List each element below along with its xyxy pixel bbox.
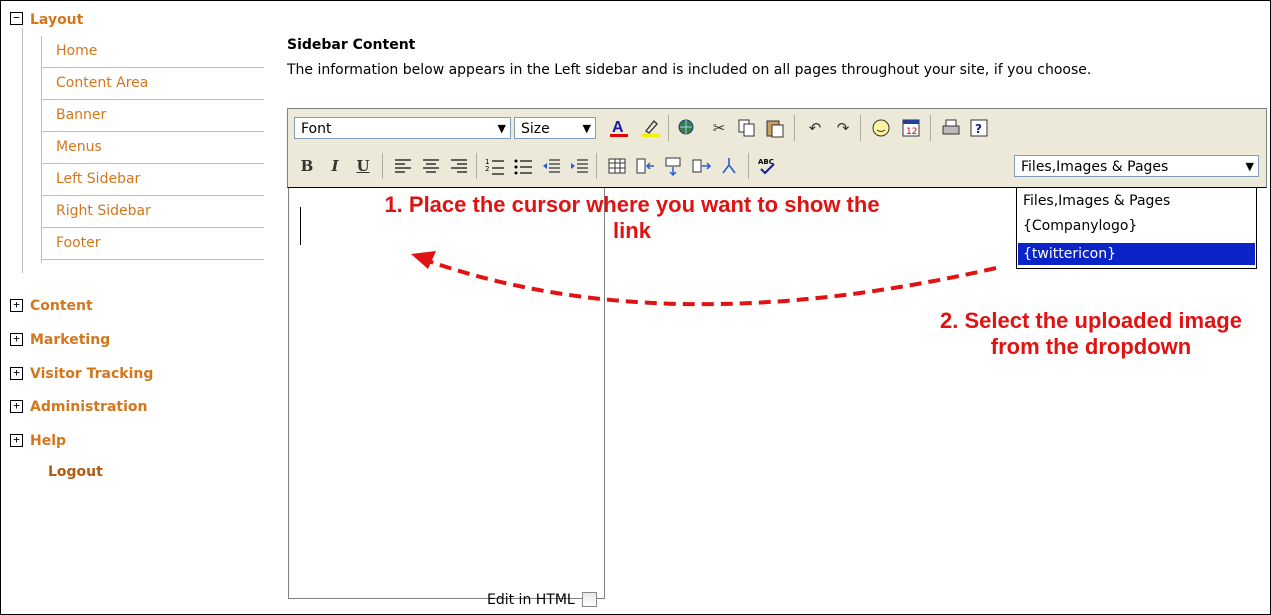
annotation-arrow [411,251,997,307]
